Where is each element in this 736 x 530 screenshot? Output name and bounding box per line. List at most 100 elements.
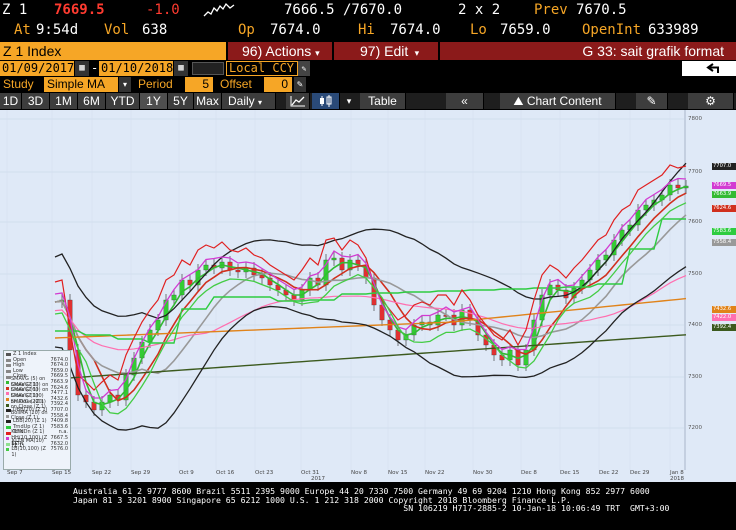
pencil-icon[interactable]: ✎ xyxy=(294,77,306,92)
settings-button[interactable]: ⚙ xyxy=(688,93,734,109)
x-tick-label: Nov 22 xyxy=(425,470,445,476)
at-label: At xyxy=(14,22,31,38)
range-tab-5y[interactable]: 5Y xyxy=(168,93,194,109)
chevron-down-icon: ▾ xyxy=(315,48,320,58)
x-tick-label: Sep 29 xyxy=(131,470,151,476)
range-tab-max[interactable]: Max xyxy=(194,93,222,109)
chart-content-label: Chart Content xyxy=(526,94,602,108)
currency-select[interactable]: Local CCY xyxy=(226,61,298,76)
calendar-icon[interactable]: ▦ xyxy=(174,61,188,76)
annotate-button[interactable]: ✎ xyxy=(636,93,668,109)
ticker-line-1: Australia 61 2 9777 8600 Brazil 5511 239… xyxy=(73,486,650,496)
legend-swatch xyxy=(6,370,11,374)
price-tag: 7707.0 xyxy=(712,163,736,170)
start-date-input[interactable]: 01/09/2017 xyxy=(0,61,74,76)
line-chart-button[interactable] xyxy=(286,93,310,109)
range-tab-1d[interactable]: 1D xyxy=(0,93,22,109)
x-tick-label: Nov 8 xyxy=(351,470,367,476)
price-chart[interactable] xyxy=(0,110,736,482)
candle-chart-button[interactable] xyxy=(312,93,340,109)
price-tag: 7422.0 xyxy=(712,314,736,321)
price-tag: 7432.6 xyxy=(712,306,736,313)
range-tab-1y[interactable]: 1Y xyxy=(140,93,168,109)
bid-ask: 7666.5 /7670.0 xyxy=(284,2,403,18)
legend-swatch xyxy=(6,381,9,385)
price-tag: 7558.4 xyxy=(712,239,736,246)
quote-time: 9:54d xyxy=(36,22,79,38)
legend-swatch xyxy=(6,431,11,435)
interval-label: Daily xyxy=(228,94,255,108)
volume: 638 xyxy=(142,22,168,38)
collapse-button[interactable]: « xyxy=(446,93,484,109)
pencil-icon[interactable]: ✎ xyxy=(298,61,310,76)
low-price: 7659.0 xyxy=(500,22,551,38)
actions-menu[interactable]: 96) Actions ▾ xyxy=(228,42,332,60)
offset-input[interactable]: 0 xyxy=(264,77,292,92)
prev-label: Prev xyxy=(534,2,568,18)
candlestick-icon xyxy=(320,95,332,107)
period-label: Period xyxy=(138,77,173,91)
legend-item: KLTN LB(10,100) (Z 1) 7576.0 xyxy=(6,441,68,457)
y-tick-label: 7400 xyxy=(688,322,702,328)
x-tick-label: Sep 7 xyxy=(7,470,23,476)
date-range-bar: 01/09/2017 ▦ - 01/10/2018 ▦ Local CCY ✎ xyxy=(0,61,736,76)
end-date-input[interactable]: 01/10/2018 xyxy=(99,61,173,76)
net-change: -1.0 xyxy=(146,2,180,18)
range-tab-ytd[interactable]: YTD xyxy=(106,93,140,109)
x-year-label: 2018 xyxy=(670,476,684,482)
open-label: Op xyxy=(238,22,255,38)
high-price: 7674.0 xyxy=(390,22,441,38)
legend-swatch xyxy=(6,437,10,441)
study-bar: Study Simple MA ▾ Period 5 Offset 0 ✎ xyxy=(0,77,736,92)
y-tick-label: 7500 xyxy=(688,271,702,277)
y-tick-label: 7600 xyxy=(688,219,702,225)
range-tab-1m[interactable]: 1M xyxy=(50,93,78,109)
chart-icon: ⛰ xyxy=(513,94,527,108)
candle-body xyxy=(331,257,337,261)
price-tag: 7663.9 xyxy=(712,191,736,198)
x-tick-label: Dec 15 xyxy=(560,470,580,476)
undo-button[interactable] xyxy=(682,61,736,76)
x-tick-label: Sep 15 xyxy=(52,470,72,476)
range-tab-6m[interactable]: 6M xyxy=(78,93,106,109)
chevron-down-icon[interactable]: ▾ xyxy=(119,77,131,92)
y-tick-label: 7300 xyxy=(688,374,702,380)
last-price: 7669.5 xyxy=(54,2,105,18)
function-title: G 33: sait grafik format xyxy=(440,42,736,60)
calendar-icon[interactable]: ▦ xyxy=(75,61,89,76)
chevron-down-icon[interactable]: ▾ xyxy=(342,93,356,109)
chart-legend[interactable]: Z 1 Index Open 7674.0 High 7674.0 Low 7659.0 Cl… xyxy=(3,350,71,470)
price-tag: 7669.5 xyxy=(712,182,736,189)
ticker-line-3: SN 106219 H717-2885-2 10-Jan-18 10:06:49… xyxy=(73,503,670,513)
open-interest: 633989 xyxy=(648,22,699,38)
quote-row-1: Z 1 7669.5 -1.0 7666.5 /7670.0 2 x 2 Pre… xyxy=(0,2,736,20)
actions-label: 96) Actions xyxy=(242,43,312,59)
line-chart-icon xyxy=(290,96,305,107)
date-separator: - xyxy=(91,61,99,75)
interval-select[interactable]: Daily ▾ xyxy=(222,93,276,109)
kltn-hh-line xyxy=(54,177,687,399)
edit-menu[interactable]: 97) Edit ▾ xyxy=(334,42,438,60)
table-button[interactable]: Table xyxy=(360,93,406,109)
bollinger-upper-line xyxy=(54,162,687,320)
legend-swatch xyxy=(6,414,9,418)
legend-swatch xyxy=(6,386,9,390)
legend-swatch xyxy=(6,358,11,362)
open-price: 7674.0 xyxy=(270,22,321,38)
bollinger-lower-line xyxy=(54,266,687,431)
y-tick-label: 7700 xyxy=(688,169,702,175)
period-input[interactable]: 5 xyxy=(185,77,213,92)
x-tick-label: Dec 22 xyxy=(599,470,619,476)
x-tick-label: Dec 8 xyxy=(521,470,537,476)
chevron-down-icon: ▾ xyxy=(412,48,420,58)
x-tick-label: Dec 29 xyxy=(630,470,650,476)
study-type-select[interactable]: Simple MA xyxy=(44,77,118,92)
security-field[interactable]: Z 1 Index xyxy=(0,42,226,60)
legend-swatch xyxy=(6,426,11,430)
range-tab-3d[interactable]: 3D xyxy=(22,93,50,109)
date-preset-dropdown[interactable] xyxy=(192,62,224,75)
chart-content-button[interactable]: ⛰ Chart Content xyxy=(500,93,616,109)
price-tag: 7392.4 xyxy=(712,324,736,331)
legend-swatch xyxy=(6,403,9,407)
prev-close: 7670.5 xyxy=(576,2,627,18)
